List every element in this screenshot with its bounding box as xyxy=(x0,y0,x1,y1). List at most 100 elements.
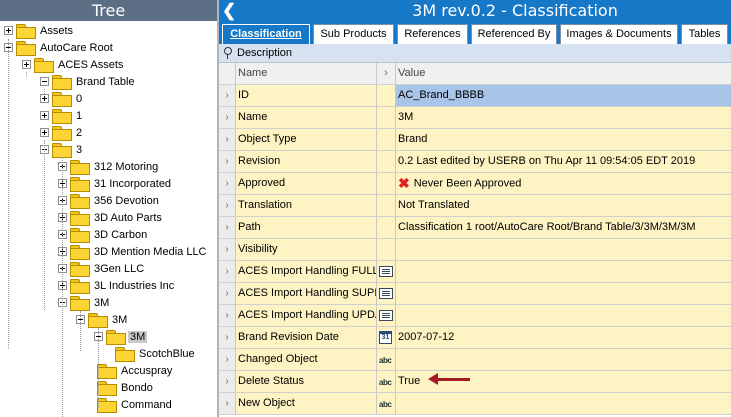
column-header-value[interactable]: Value xyxy=(396,63,731,84)
row-indicator[interactable]: › xyxy=(219,349,236,370)
folder-icon xyxy=(34,58,54,73)
property-value[interactable]: 3M xyxy=(396,107,731,128)
calendar-icon[interactable]: 31 xyxy=(379,331,392,344)
property-row[interactable]: ›ACES Import Handling SUPPLEMENTAL xyxy=(219,283,731,305)
tree-node-label: 3M xyxy=(94,296,110,309)
property-value[interactable] xyxy=(396,283,731,304)
property-value[interactable]: 2007-07-12 xyxy=(396,327,731,348)
row-indicator[interactable]: › xyxy=(219,393,236,414)
tree-node[interactable]: 3D Carbon xyxy=(58,226,149,243)
tree-node[interactable]: Assets xyxy=(4,22,75,39)
tree-node[interactable]: ScotchBlue xyxy=(115,345,197,362)
property-value[interactable] xyxy=(396,261,731,282)
row-indicator[interactable]: › xyxy=(219,85,236,106)
row-indicator[interactable]: › xyxy=(219,283,236,304)
expand-icon[interactable] xyxy=(40,111,49,120)
property-row[interactable]: › Translation Not Translated xyxy=(219,195,731,217)
tree-node[interactable]: 3M xyxy=(94,328,148,345)
list-icon[interactable] xyxy=(379,288,393,299)
tree-node[interactable]: 3D Auto Parts xyxy=(58,209,164,226)
property-row[interactable]: › Changed Object abc xyxy=(219,349,731,371)
row-indicator[interactable]: › xyxy=(219,129,236,150)
tab-referenced-by[interactable]: Referenced By xyxy=(471,24,557,44)
sort-arrow-icon[interactable]: › xyxy=(377,63,396,84)
row-indicator[interactable]: › xyxy=(219,217,236,238)
row-indicator[interactable]: › xyxy=(219,195,236,216)
tree-node[interactable]: 0 xyxy=(40,90,84,107)
folder-icon xyxy=(70,296,90,311)
property-row[interactable]: › Name 3M xyxy=(219,107,731,129)
tree-node-label: 3Gen LLC xyxy=(94,262,145,275)
text-icon: abc xyxy=(379,400,392,409)
property-value[interactable] xyxy=(396,239,731,260)
tree-node[interactable]: 31 Incorporated xyxy=(58,175,173,192)
row-indicator[interactable]: › xyxy=(219,173,236,194)
row-indicator[interactable]: › xyxy=(219,261,236,282)
property-value[interactable] xyxy=(396,349,731,370)
text-icon: abc xyxy=(379,356,392,365)
tree-node[interactable]: AutoCare Root xyxy=(4,39,115,56)
property-name: Delete Status xyxy=(236,371,377,392)
property-value[interactable]: Not Translated xyxy=(396,195,731,216)
property-value[interactable]: ✖ Never Been Approved xyxy=(396,173,731,194)
property-row[interactable]: › ID AC_Brand_BBBB xyxy=(219,85,731,107)
list-icon[interactable] xyxy=(379,310,393,321)
row-indicator[interactable]: › xyxy=(219,239,236,260)
expand-icon[interactable] xyxy=(40,128,49,137)
tree-node[interactable]: Accuspray xyxy=(97,362,174,379)
expand-icon[interactable] xyxy=(4,26,13,35)
folder-icon xyxy=(70,245,90,260)
property-row[interactable]: › Approved ✖ Never Been Approved xyxy=(219,173,731,195)
property-value[interactable] xyxy=(396,305,731,326)
tree-node[interactable]: 3M xyxy=(76,311,129,328)
collapse-icon[interactable] xyxy=(40,77,49,86)
list-icon[interactable] xyxy=(379,266,393,277)
tree-node[interactable]: Bondo xyxy=(97,379,155,396)
tree-node[interactable]: 3 xyxy=(40,141,84,158)
tree-node[interactable]: 3D Mention Media LLC xyxy=(58,243,209,260)
header-indicator-cell xyxy=(219,63,236,84)
tab-references[interactable]: References xyxy=(397,24,468,44)
description-row[interactable]: Description xyxy=(219,44,731,63)
expand-icon[interactable] xyxy=(40,94,49,103)
property-value[interactable]: Brand xyxy=(396,129,731,150)
property-row[interactable]: › Visibility xyxy=(219,239,731,261)
tree-node[interactable]: 312 Motoring xyxy=(58,158,160,175)
tree-node[interactable]: Brand Table xyxy=(40,73,137,90)
tree-node-label: 1 xyxy=(76,109,83,122)
property-value[interactable] xyxy=(396,393,731,414)
tree-node[interactable]: 2 xyxy=(40,124,84,141)
tree-node[interactable]: 356 Devotion xyxy=(58,192,161,209)
tree-node[interactable]: Command xyxy=(97,396,174,413)
property-row[interactable]: › Delete Status abc True xyxy=(219,371,731,393)
row-indicator[interactable]: › xyxy=(219,151,236,172)
tab-images-documents[interactable]: Images & Documents xyxy=(560,24,678,44)
tree-node-label: AutoCare Root xyxy=(40,41,113,54)
row-indicator[interactable]: › xyxy=(219,305,236,326)
tab-tables[interactable]: Tables xyxy=(681,24,728,44)
tree-node[interactable]: ACES Assets xyxy=(22,56,125,73)
property-row[interactable]: › Path Classification 1 root/AutoCare Root… xyxy=(219,217,731,239)
property-row[interactable]: › Revision 0.2 Last edited by USERB on Thu… xyxy=(219,151,731,173)
tree-node[interactable]: 1 xyxy=(40,107,84,124)
folder-icon xyxy=(70,228,90,243)
property-row[interactable]: ›ACES Import Handling UPDATE xyxy=(219,305,731,327)
property-row[interactable]: › Object Type Brand xyxy=(219,129,731,151)
property-value[interactable]: Classification 1 root/AutoCare Root/Bran… xyxy=(396,217,731,238)
property-row[interactable]: › ACES Import Handling FULL xyxy=(219,261,731,283)
row-indicator[interactable]: › xyxy=(219,327,236,348)
property-row[interactable]: › New Object abc xyxy=(219,393,731,415)
tree-node[interactable]: 3M xyxy=(58,294,111,311)
tab-classification[interactable]: Classification xyxy=(222,24,310,44)
tree-node[interactable]: 3Gen LLC xyxy=(58,260,146,277)
expand-icon[interactable] xyxy=(22,60,31,69)
detail-panel: ❮ 3M rev.0.2 - Classification Classifica… xyxy=(219,0,731,417)
property-value[interactable]: AC_Brand_BBBB xyxy=(396,85,731,106)
column-header-name[interactable]: Name xyxy=(236,63,377,84)
property-value[interactable]: 0.2 Last edited by USERB on Thu Apr 11 0… xyxy=(396,151,731,172)
tab-sub-products[interactable]: Sub Products xyxy=(313,24,394,44)
row-indicator[interactable]: › xyxy=(219,107,236,128)
property-row[interactable]: › Brand Revision Date 31 2007-07-12 xyxy=(219,327,731,349)
tree-node[interactable]: 3L Industries Inc xyxy=(58,277,176,294)
row-indicator[interactable]: › xyxy=(219,371,236,392)
